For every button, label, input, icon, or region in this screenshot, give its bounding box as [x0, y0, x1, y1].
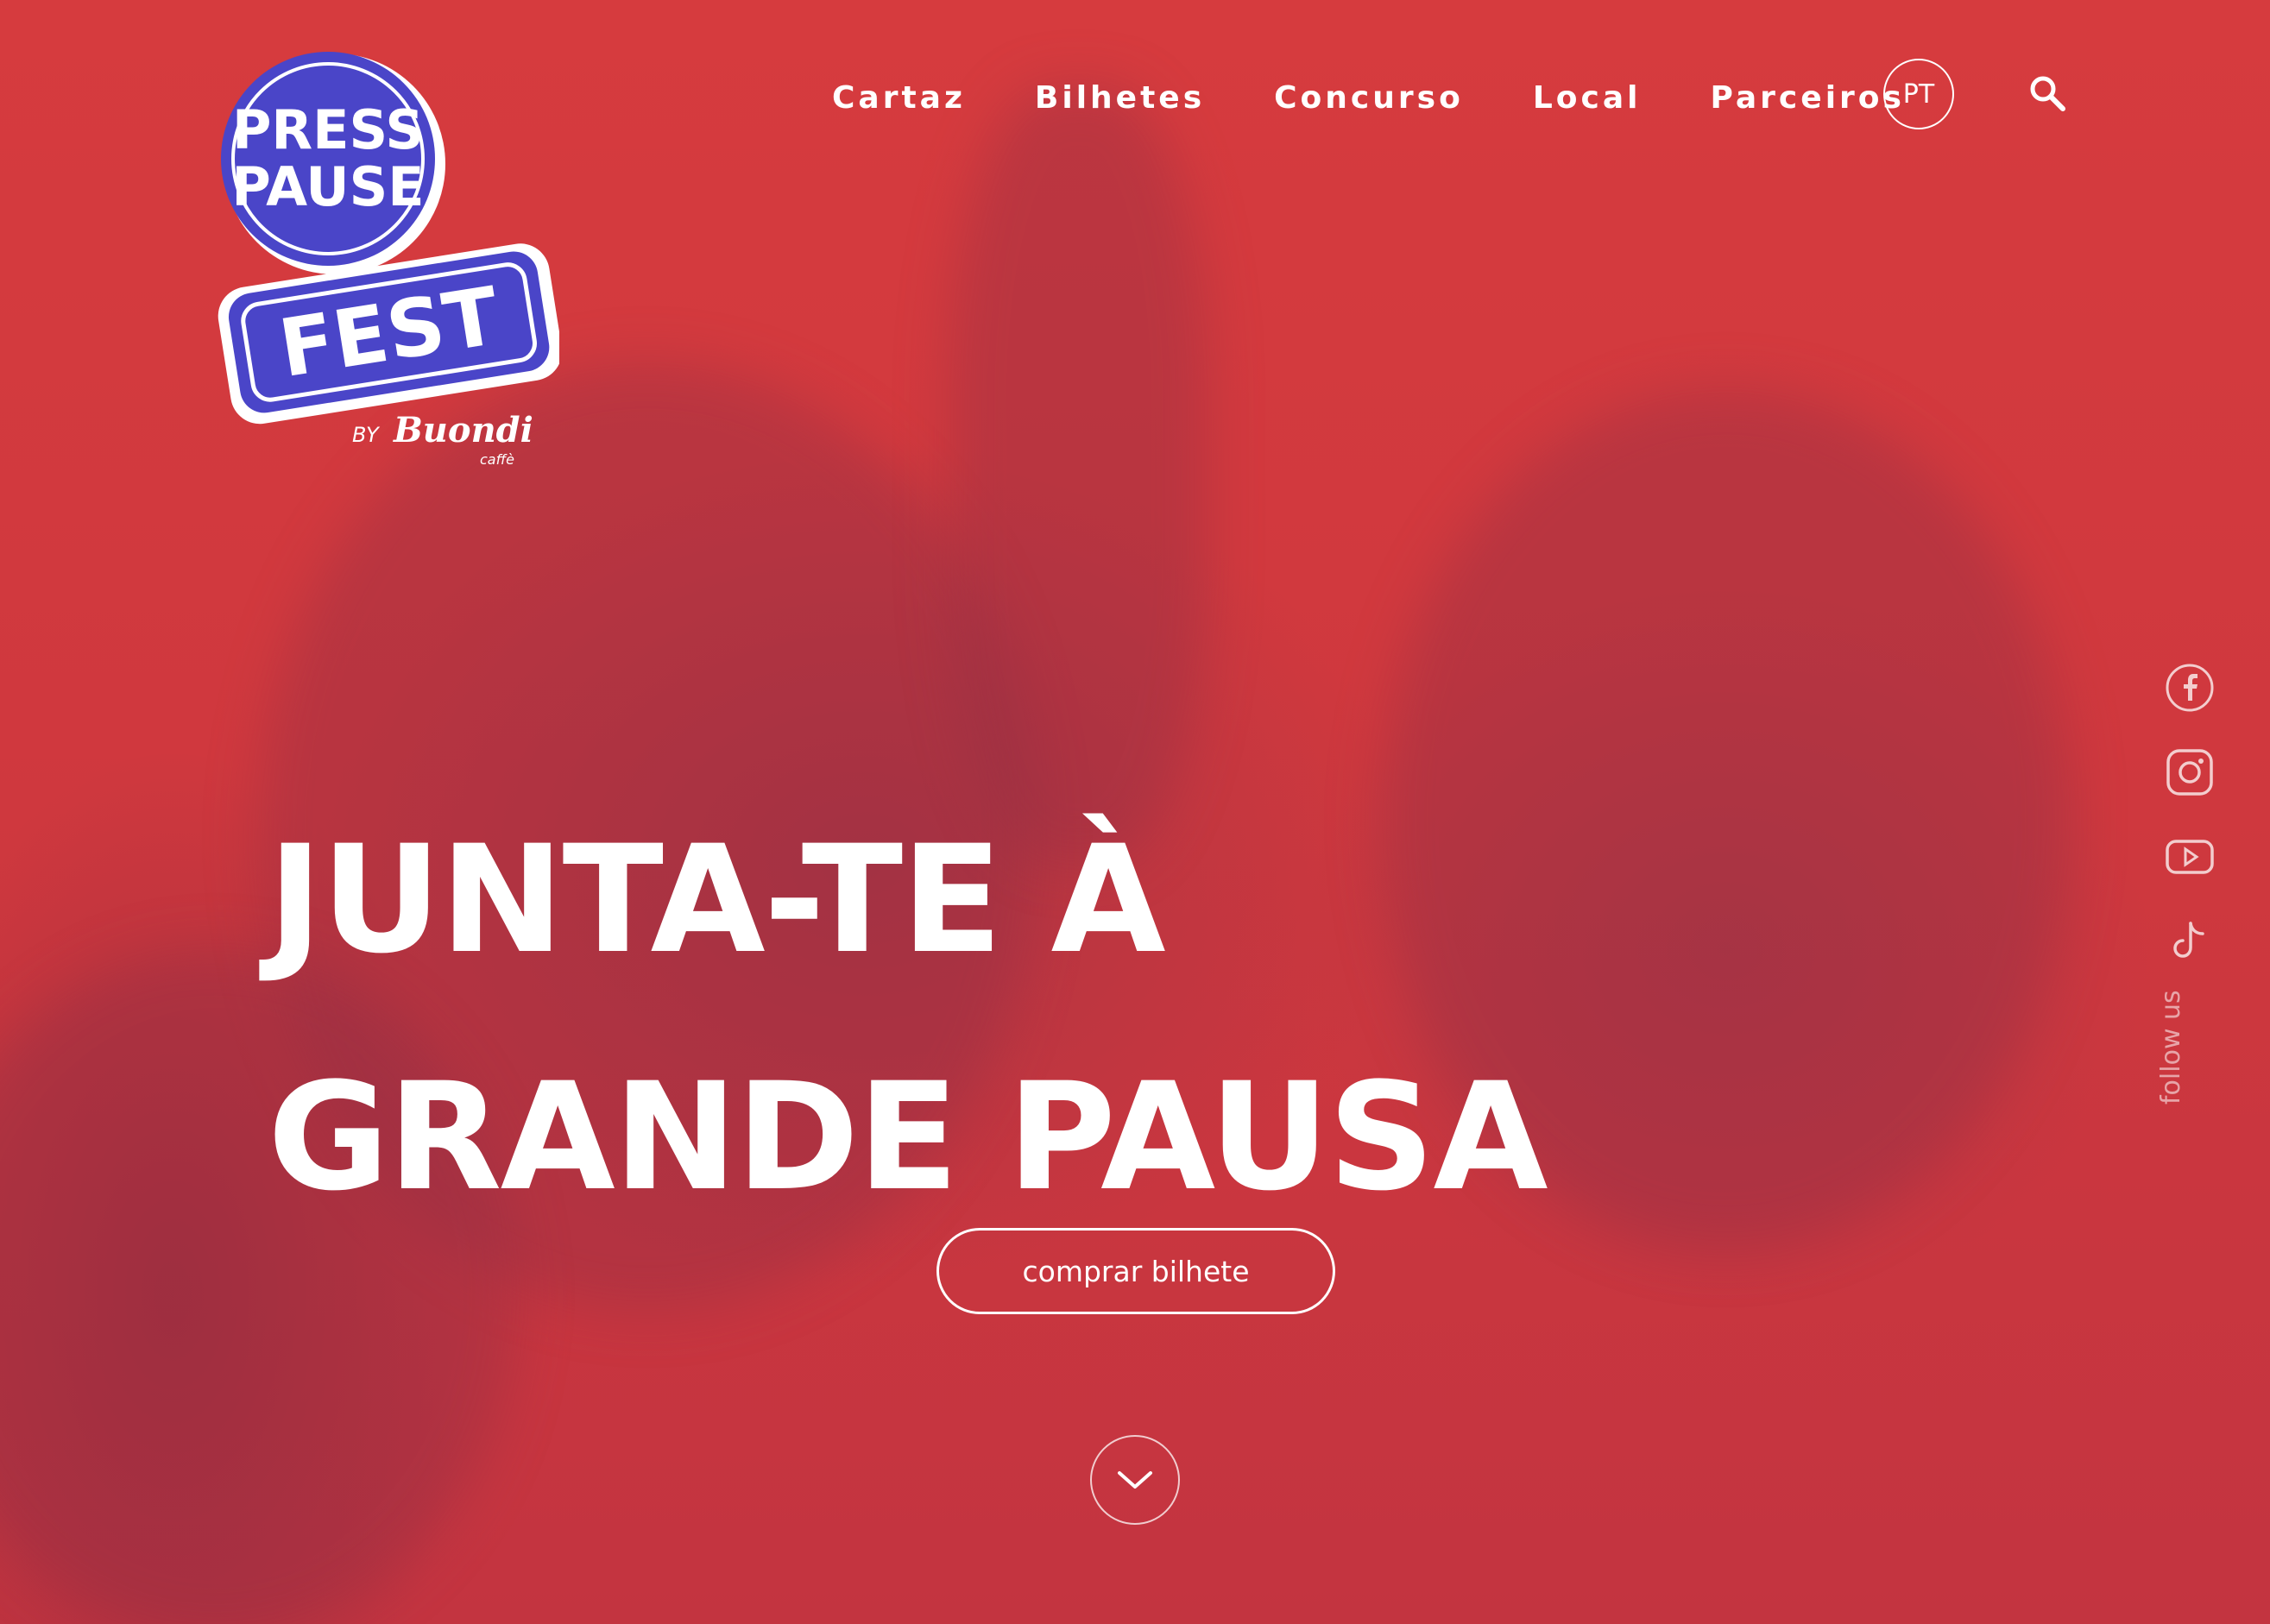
search-button[interactable]: [2028, 74, 2068, 114]
logo-text-press: PRESS: [232, 98, 424, 161]
tiktok-link[interactable]: [2165, 916, 2215, 966]
follow-us-text: follow us: [2156, 990, 2186, 1105]
nav-item-local[interactable]: Local: [1533, 80, 1642, 116]
youtube-link[interactable]: [2165, 832, 2215, 882]
hero-headline-line2: GRANDE PAUSA: [268, 1050, 1548, 1224]
instagram-icon: [2166, 749, 2213, 796]
nav-item-bilhetes[interactable]: Bilhetes: [1035, 80, 1205, 116]
logo-sponsor-sub: caffè: [480, 451, 514, 468]
search-icon: [2030, 76, 2065, 111]
tiktok-icon: [2173, 922, 2204, 958]
chevron-down-icon: [1118, 1471, 1152, 1489]
hero-headline-line1: JUNTA-TE À: [268, 813, 1166, 986]
scroll-down-button[interactable]: [1090, 1435, 1180, 1525]
buy-ticket-button[interactable]: comprar bilhete: [936, 1228, 1335, 1314]
hero-photo-raised-arm: [949, 86, 1208, 863]
site-logo[interactable]: PRESS PAUSE FEST BY Buondi caffè: [205, 52, 563, 475]
instagram-link[interactable]: [2165, 747, 2215, 797]
nav-item-parceiros[interactable]: Parceiros: [1710, 80, 1904, 116]
main-navigation: Cartaz Bilhetes Concurso Local Parceiros: [832, 76, 1905, 119]
nav-item-concurso[interactable]: Concurso: [1274, 80, 1464, 116]
social-links: [2165, 663, 2215, 1001]
hero-headline: JUNTA-TE À GRANDE PAUSA: [268, 781, 1548, 1256]
youtube-icon: [2166, 840, 2214, 874]
logo-by-label: BY: [352, 423, 381, 447]
press-pause-fest-logo: PRESS PAUSE FEST BY Buondi caffè: [218, 52, 563, 468]
logo-sponsor-name: Buondi: [393, 410, 533, 450]
language-selector[interactable]: PT: [1883, 59, 1954, 129]
facebook-icon: [2166, 664, 2214, 712]
facebook-link[interactable]: [2165, 663, 2215, 713]
logo-text-pause: PAUSE: [231, 155, 424, 218]
follow-us-label: follow us: [2156, 990, 2199, 1113]
nav-item-cartaz[interactable]: Cartaz: [832, 80, 966, 116]
